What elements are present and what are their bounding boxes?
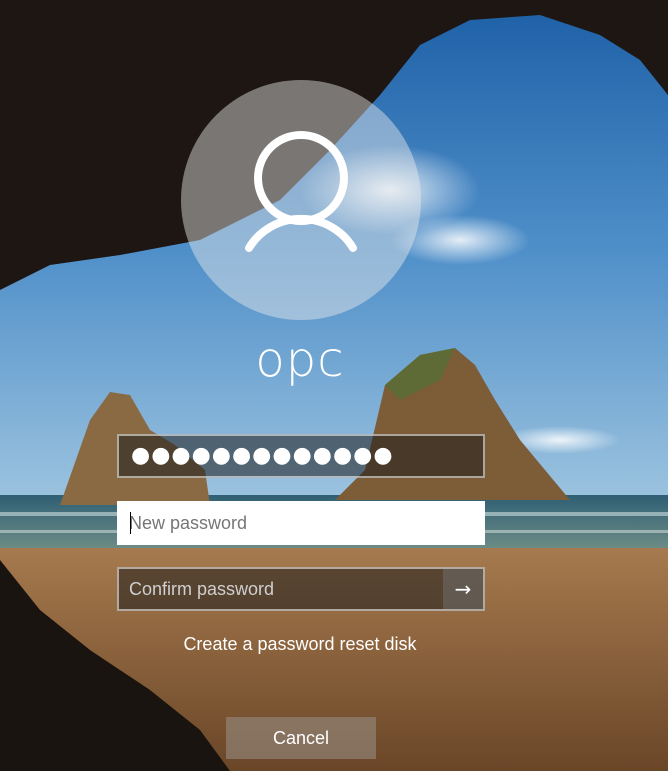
username: opc bbox=[255, 332, 345, 388]
text-caret bbox=[130, 512, 131, 534]
submit-button[interactable]: → bbox=[443, 569, 483, 609]
password-reset-disk-link[interactable]: Create a password reset disk bbox=[0, 634, 600, 655]
password-mask: ●●●●●●●●●●●●● bbox=[131, 443, 394, 468]
user-avatar bbox=[181, 80, 421, 320]
cancel-button[interactable]: Cancel bbox=[226, 717, 376, 759]
arrow-right-icon: → bbox=[454, 577, 472, 601]
confirm-password-input[interactable] bbox=[119, 569, 445, 609]
old-password-field[interactable]: ●●●●●●●●●●●●● bbox=[117, 434, 485, 478]
user-icon bbox=[245, 131, 357, 252]
new-password-input[interactable] bbox=[119, 503, 483, 543]
new-password-field-container bbox=[117, 501, 485, 545]
confirm-password-field-container: → bbox=[117, 567, 485, 611]
